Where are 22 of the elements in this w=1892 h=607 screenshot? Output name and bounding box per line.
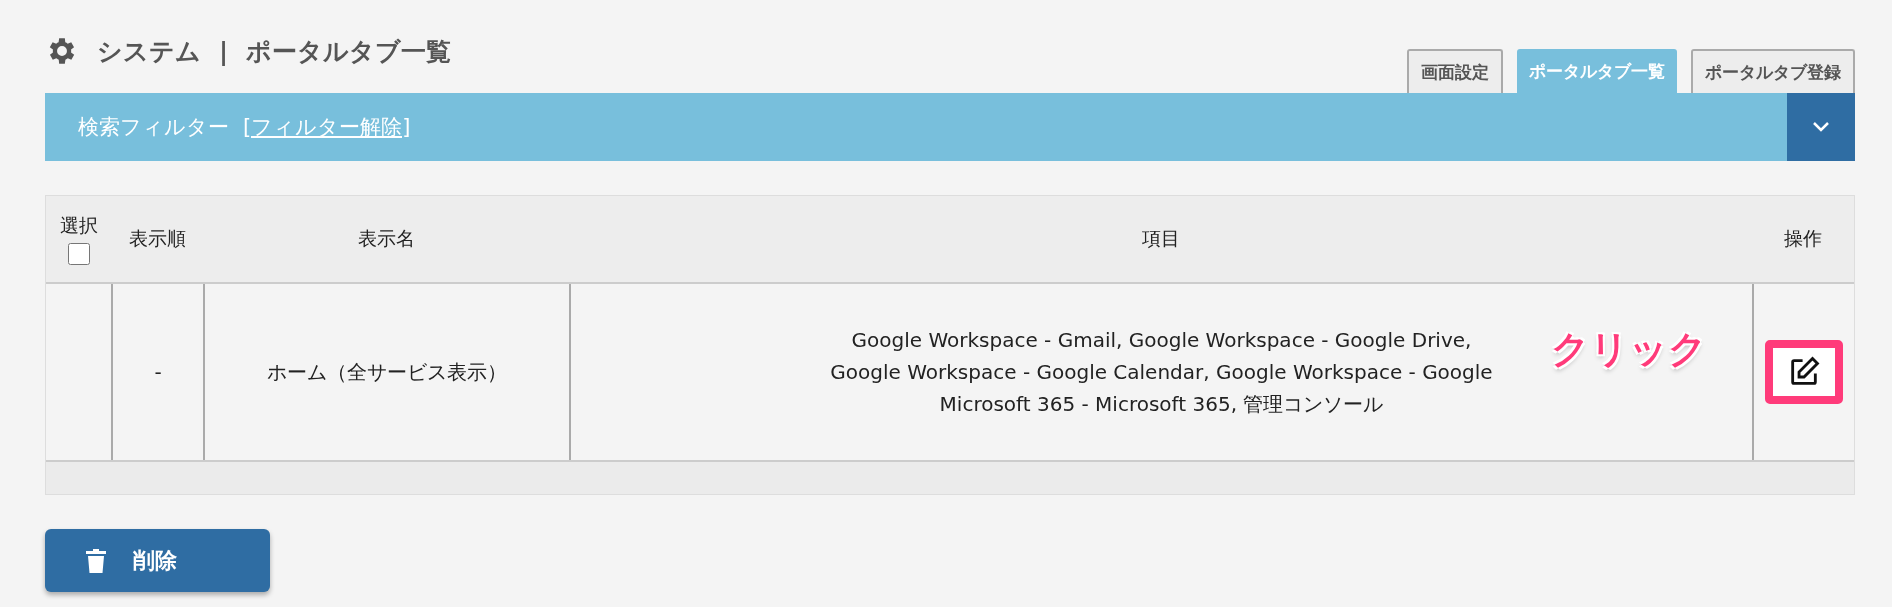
trash-icon (85, 547, 107, 574)
delete-button[interactable]: 削除 (45, 529, 270, 592)
header-text: 表示名 (357, 226, 415, 251)
table-cell-text: Google Workspace - Google Calendar, Google Workspace - Google (830, 359, 1493, 386)
header-text: 項目 (1141, 226, 1180, 251)
select-all-checkbox[interactable] (67, 243, 90, 265)
table-cell-text: Microsoft 365 - Microsoft 365, 管理コンソール (939, 391, 1384, 418)
page-subtitle: ポータルタブ一覧 (246, 35, 452, 68)
annotation-text: クリック (1551, 326, 1707, 373)
edit-button[interactable] (1765, 340, 1843, 404)
header-text: 選択 (59, 213, 98, 238)
table-cell-text: ホーム（全サービス表示） (267, 359, 507, 386)
table-cell-text: Google Workspace - Gmail, Google Workspace - Google Drive, (851, 327, 1472, 354)
filter-label: 検索フィルター (78, 115, 229, 139)
tab[interactable]: 画面設定 (1407, 49, 1503, 93)
title-separator: | (219, 36, 229, 66)
header-text: 操作 (1784, 226, 1822, 251)
page-title: システム (97, 35, 201, 68)
chevron-down-icon (1812, 121, 1830, 133)
header-text: 表示順 (128, 226, 186, 251)
tab[interactable]: ポータルタブ登録 (1691, 49, 1855, 93)
table-cell-text: - (154, 359, 162, 386)
